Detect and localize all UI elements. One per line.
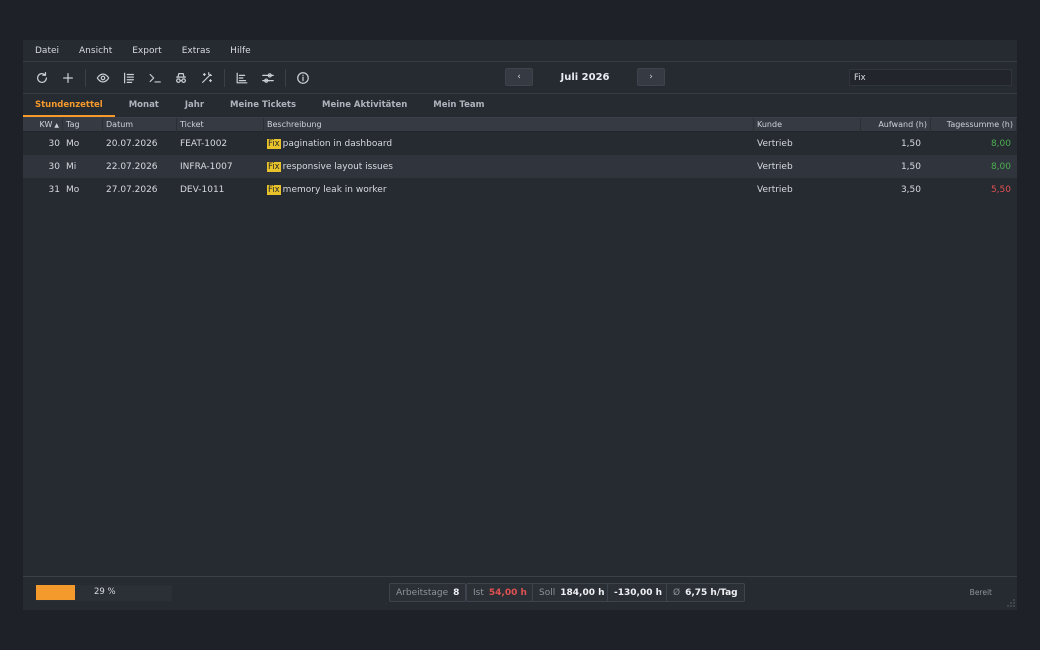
cell-datum: 27.07.2026	[106, 184, 158, 195]
column-header-kunde[interactable]: Kunde	[754, 117, 861, 132]
status-bar: 29 % Arbeitstage 8 Ist 54,00 h Soll 184,…	[23, 576, 1017, 610]
resize-grip-icon[interactable]	[1007, 599, 1015, 607]
column-header-kw[interactable]: KW ▲	[23, 117, 63, 132]
refresh-button[interactable]	[31, 67, 53, 89]
spy-icon	[176, 72, 186, 83]
cell-ticket: FEAT-1002	[180, 138, 228, 149]
cell-kw: 30	[48, 161, 60, 172]
menubar: Datei Ansicht Export Extras Hilfe	[23, 40, 1017, 62]
column-header-aufwand[interactable]: Aufwand (h)	[861, 117, 931, 132]
menu-ansicht[interactable]: Ansicht	[79, 46, 112, 56]
tab-jahr[interactable]: Jahr	[173, 100, 216, 117]
cell-tag: Mi	[66, 161, 77, 172]
tab-meine-tickets[interactable]: Meine Tickets	[218, 100, 308, 117]
refresh-icon	[37, 71, 47, 83]
status-ready-text: Bereit	[969, 588, 992, 597]
view-button[interactable]	[92, 67, 114, 89]
prev-period-button[interactable]: ‹	[505, 68, 533, 86]
tab-monat[interactable]: Monat	[117, 100, 171, 117]
stat-arbeitstage: Arbeitstage 8	[389, 583, 467, 602]
plus-icon	[63, 72, 73, 83]
cell-kunde: Vertrieb	[757, 184, 793, 195]
menu-hilfe[interactable]: Hilfe	[230, 46, 250, 56]
cell-kw: 30	[48, 138, 60, 149]
app-window: Datei Ansicht Export Extras Hilfe ‹ Juli…	[23, 40, 1017, 610]
cell-tag: Mo	[66, 138, 80, 149]
list-button[interactable]	[118, 67, 140, 89]
magic-icon	[202, 71, 212, 83]
menu-extras[interactable]: Extras	[182, 46, 210, 56]
list-icon	[124, 72, 134, 83]
eye-icon	[96, 72, 110, 83]
progress-fill	[36, 585, 76, 600]
fix-tag: Fix	[267, 161, 281, 172]
stat-ist: Ist 54,00 h	[466, 583, 534, 602]
period-label: Juli 2026	[560, 71, 610, 83]
table-row[interactable]: 31 Mo 27.07.2026 DEV-1011 Fix memory leak…	[23, 178, 1017, 201]
cell-aufwand: 1,50	[900, 161, 921, 172]
stat-durchschnitt: Ø 6,75 h/Tag	[666, 583, 745, 602]
next-period-button[interactable]: ›	[637, 68, 665, 86]
sort-ascending-icon: ▲	[54, 121, 59, 129]
stat-soll: Soll 184,00 h	[532, 583, 612, 602]
terminal-icon	[149, 73, 161, 83]
toolbar-separator	[285, 68, 286, 87]
cell-aufwand: 3,50	[900, 184, 921, 195]
cell-tagessumme: 8,00	[990, 138, 1011, 149]
sliders-icon	[262, 72, 274, 83]
terminal-button[interactable]	[144, 67, 166, 89]
cell-beschreibung: Fix memory leak in worker	[267, 184, 387, 195]
magic-button[interactable]	[196, 67, 218, 89]
menu-export[interactable]: Export	[132, 46, 161, 56]
cell-datum: 20.07.2026	[106, 138, 158, 149]
fix-tag: Fix	[267, 138, 281, 149]
period-navigator: ‹ Juli 2026 ›	[505, 68, 665, 86]
cell-beschreibung: Fix pagination in dashboard	[267, 138, 393, 149]
cell-kunde: Vertrieb	[757, 161, 793, 172]
cell-tagessumme: 5,50	[990, 184, 1011, 195]
cell-ticket: DEV-1011	[180, 184, 225, 195]
gantt-icon	[236, 72, 248, 83]
timesheet-table: KW ▲ Tag Datum Ticket Beschreibung Kunde …	[23, 117, 1017, 576]
column-header-datum[interactable]: Datum	[103, 117, 177, 132]
cell-tag: Mo	[66, 184, 80, 195]
cell-aufwand: 1,50	[900, 138, 921, 149]
table-header: KW ▲ Tag Datum Ticket Beschreibung Kunde …	[23, 117, 1017, 132]
column-header-tag[interactable]: Tag	[63, 117, 103, 132]
settings-button[interactable]	[257, 67, 279, 89]
info-button[interactable]	[292, 67, 314, 89]
toolbar-separator	[85, 68, 86, 87]
fix-tag: Fix	[267, 184, 281, 195]
progress-label: 29 %	[94, 587, 116, 597]
table-row[interactable]: 30 Mo 20.07.2026 FEAT-1002 Fix pagination…	[23, 132, 1017, 155]
column-header-beschreibung[interactable]: Beschreibung	[264, 117, 754, 132]
stat-differenz: -130,00 h	[607, 583, 670, 602]
cell-kunde: Vertrieb	[757, 138, 793, 149]
tab-meine-aktivitaeten[interactable]: Meine Aktivitäten	[310, 100, 419, 117]
toolbar: ‹ Juli 2026 ›	[23, 62, 1017, 94]
column-header-ticket[interactable]: Ticket	[177, 117, 264, 132]
cell-ticket: INFRA-1007	[180, 161, 233, 172]
cell-datum: 22.07.2026	[106, 161, 158, 172]
toolbar-separator	[224, 68, 225, 87]
menu-datei[interactable]: Datei	[35, 46, 59, 56]
info-icon	[297, 71, 309, 84]
filter-input[interactable]	[849, 69, 1012, 86]
cell-beschreibung: Fix responsive layout issues	[267, 161, 393, 172]
cell-tagessumme: 8,00	[990, 161, 1011, 172]
gantt-button[interactable]	[231, 67, 253, 89]
column-header-tagessumme[interactable]: Tagessumme (h)	[931, 117, 1017, 132]
cell-kw: 31	[48, 184, 60, 195]
table-row[interactable]: 30 Mi 22.07.2026 INFRA-1007 Fix responsiv…	[23, 155, 1017, 178]
progress-bar: 29 %	[36, 585, 172, 601]
tab-bar: Stundenzettel Monat Jahr Meine Tickets M…	[23, 94, 1017, 118]
tab-mein-team[interactable]: Mein Team	[421, 100, 496, 117]
spy-button[interactable]	[170, 67, 192, 89]
add-button[interactable]	[57, 67, 79, 89]
tab-stundenzettel[interactable]: Stundenzettel	[23, 100, 115, 117]
